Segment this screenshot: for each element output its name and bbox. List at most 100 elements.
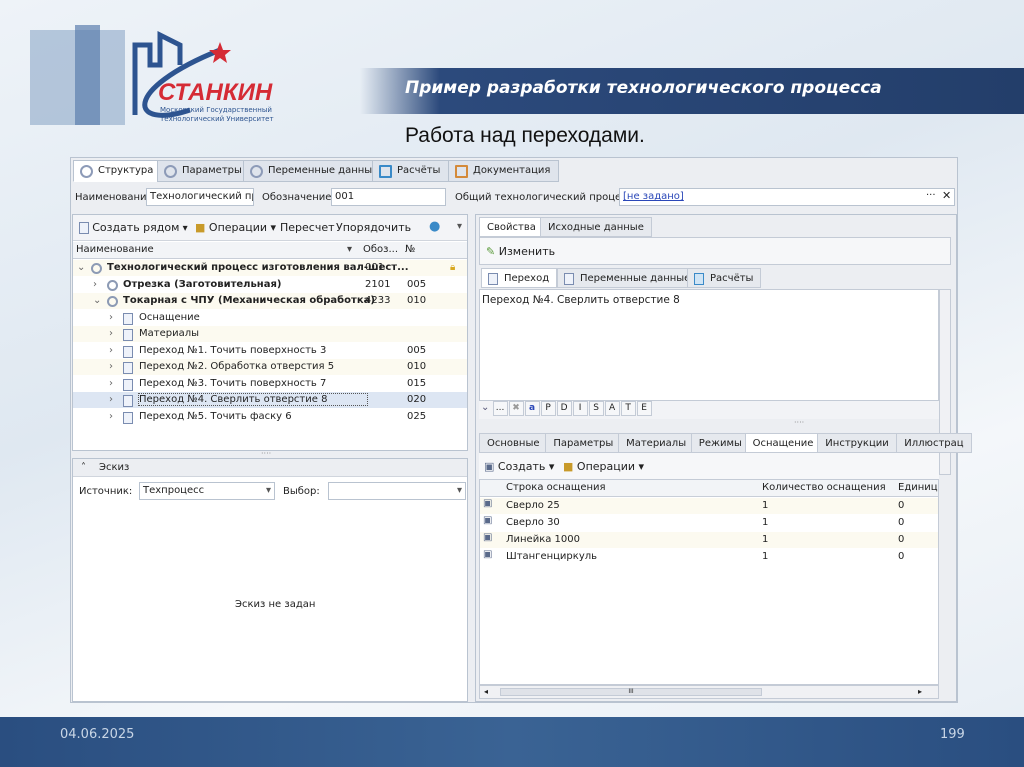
operations-label: Операции bbox=[208, 221, 268, 234]
common-process-link[interactable]: [не задано] bbox=[619, 188, 955, 206]
equipment-row[interactable]: ▣ Сверло 25 1 0 bbox=[480, 498, 938, 514]
order-button[interactable]: Упорядочить bbox=[336, 221, 411, 234]
doc-icon bbox=[123, 395, 133, 407]
tree-row[interactable]: › Отрезка (Заготовительная) 2101 005 bbox=[73, 277, 467, 293]
tree-row[interactable]: › Переход №3. Точить поверхность 7 015 bbox=[73, 376, 467, 392]
scroll-thumb[interactable]: III bbox=[500, 688, 762, 696]
format-button[interactable]: T bbox=[620, 401, 636, 416]
equip-create-button[interactable]: ▣ Создать ▾ bbox=[484, 460, 554, 473]
tree-label: Оснащение bbox=[139, 311, 200, 323]
create-beside-button[interactable]: Создать рядом ▾ bbox=[79, 221, 188, 234]
tab-variable-data[interactable]: Переменные данные bbox=[243, 160, 388, 182]
inner-tab-calculations[interactable]: Расчёты bbox=[687, 268, 762, 288]
inner-tab-step[interactable]: Переход bbox=[481, 268, 558, 288]
tab-label: Переход bbox=[504, 273, 550, 284]
splitter-handle[interactable]: ···· bbox=[261, 449, 271, 458]
col-num[interactable]: № bbox=[405, 244, 415, 255]
col-name[interactable]: Наименование bbox=[76, 244, 154, 255]
tab-documentation[interactable]: Документация bbox=[448, 160, 560, 182]
browse-button[interactable]: ··· bbox=[926, 190, 936, 201]
horizontal-scrollbar[interactable]: ◂ III ▸ bbox=[479, 685, 939, 699]
operations-button[interactable]: ■ Операции ▾ bbox=[195, 221, 276, 234]
text-style-icon[interactable]: a bbox=[524, 401, 540, 416]
clear-icon[interactable]: ✕ bbox=[942, 189, 951, 202]
expand-toggle[interactable]: › bbox=[109, 378, 113, 389]
chevron-icon[interactable]: ⌄ bbox=[481, 402, 489, 413]
format-button[interactable]: E bbox=[636, 401, 652, 416]
tab-label: Расчёты bbox=[710, 273, 754, 284]
edit-button[interactable]: ✎ Изменить bbox=[486, 245, 555, 258]
user-icon[interactable]: ● bbox=[429, 219, 440, 234]
expand-toggle[interactable]: ⌄ bbox=[93, 295, 101, 306]
expand-toggle[interactable]: › bbox=[109, 361, 113, 372]
format-button[interactable]: A bbox=[604, 401, 620, 416]
tree-row[interactable]: › Материалы bbox=[73, 326, 467, 342]
splitter-handle[interactable]: ···· bbox=[794, 418, 804, 427]
scroll-right-icon[interactable]: ▸ bbox=[918, 687, 922, 696]
tree-row[interactable]: ⌄ Технологический процесс изготовления ва… bbox=[73, 260, 467, 276]
equipment-row[interactable]: ▣ Сверло 30 1 0 bbox=[480, 515, 938, 531]
format-button[interactable]: ... bbox=[492, 401, 508, 416]
box-icon: ■ bbox=[563, 460, 574, 473]
tab-structure[interactable]: Структура bbox=[73, 160, 163, 182]
format-button[interactable]: S bbox=[588, 401, 604, 416]
source-select[interactable]: Техпроцесс ▾ bbox=[139, 482, 275, 500]
bottom-tab[interactable]: Оснащение bbox=[744, 433, 822, 453]
bottom-tab[interactable]: Инструкции bbox=[817, 433, 897, 453]
col-equip-unit[interactable]: Единиц bbox=[898, 482, 938, 493]
equipment-row[interactable]: ▣ Линейка 1000 1 0 bbox=[480, 532, 938, 548]
expand-toggle[interactable]: › bbox=[109, 394, 113, 405]
doc-icon bbox=[123, 378, 133, 391]
common-process-value[interactable]: [не задано] bbox=[623, 191, 684, 202]
tree-row[interactable]: ⌄ Токарная с ЧПУ (Механическая обработка)… bbox=[73, 293, 467, 309]
expand-toggle[interactable]: › bbox=[93, 279, 97, 290]
tab-source-data[interactable]: Исходные данные bbox=[540, 217, 652, 237]
format-button[interactable]: D bbox=[556, 401, 572, 416]
code-input[interactable]: 001 bbox=[331, 188, 446, 206]
inner-tab-variable-data[interactable]: Переменные данные bbox=[557, 268, 699, 288]
col-equip-row[interactable]: Строка оснащения bbox=[506, 482, 606, 493]
expand-toggle[interactable]: › bbox=[109, 328, 113, 339]
tree-row[interactable]: › Оснащение bbox=[73, 310, 467, 326]
recalc-button[interactable]: Пересчет bbox=[280, 221, 335, 234]
document-icon bbox=[79, 222, 89, 234]
tree-label: Технологический процесс изготовления вал… bbox=[107, 262, 409, 273]
equipment-row[interactable]: ▣ Штангенциркуль 1 0 bbox=[480, 549, 938, 565]
expand-toggle[interactable]: › bbox=[109, 345, 113, 356]
gear-icon bbox=[164, 165, 177, 178]
scroll-left-icon[interactable]: ◂ bbox=[484, 687, 488, 696]
step-text-area[interactable]: Переход №4. Сверлить отверстие 8 bbox=[479, 289, 939, 401]
tree-row[interactable]: › Переход №1. Точить поверхность 3 005 bbox=[73, 343, 467, 359]
collapse-icon[interactable]: ˄ bbox=[81, 462, 86, 473]
expand-toggle[interactable]: ⌄ bbox=[77, 262, 85, 273]
format-button[interactable]: P bbox=[540, 401, 556, 416]
lock-icon[interactable]: 🔒︎ bbox=[450, 262, 455, 273]
tab-calculations[interactable]: Расчёты bbox=[372, 160, 450, 182]
sort-icon[interactable]: ▾ bbox=[347, 244, 352, 255]
toolbar-dropdown[interactable]: ▾ bbox=[457, 221, 462, 232]
slide-title: Пример разработки технологического проце… bbox=[405, 78, 882, 98]
common-process-label: Общий технологический процесс bbox=[455, 192, 633, 203]
col-code[interactable]: Обоз... bbox=[363, 244, 398, 255]
format-button[interactable]: I bbox=[572, 401, 588, 416]
equip-operations-button[interactable]: ■ Операции ▾ bbox=[563, 460, 644, 473]
bottom-tab[interactable]: Режимы bbox=[690, 433, 750, 453]
delete-format-icon[interactable]: ✖ bbox=[508, 401, 524, 416]
bottom-tab[interactable]: Основные bbox=[479, 433, 548, 453]
tree-row[interactable]: › Переход №5. Точить фаску 6 025 bbox=[73, 409, 467, 425]
col-equip-qty[interactable]: Количество оснащения bbox=[762, 482, 886, 493]
name-input[interactable]: Технологический про bbox=[146, 188, 254, 206]
tree-row[interactable]: › Переход №4. Сверлить отверстие 8 020 bbox=[73, 392, 467, 408]
bottom-tab[interactable]: Иллюстрац bbox=[896, 433, 972, 453]
choice-select[interactable]: ▾ bbox=[328, 482, 466, 500]
slide-date: 04.06.2025 bbox=[60, 727, 135, 742]
expand-toggle[interactable]: › bbox=[109, 312, 113, 323]
tab-properties[interactable]: Свойства bbox=[479, 217, 544, 237]
expand-toggle[interactable]: › bbox=[109, 411, 113, 422]
equip-qty: 1 bbox=[762, 500, 769, 511]
tree-row[interactable]: › Переход №2. Обработка отверстия 5 010 bbox=[73, 359, 467, 375]
tab-parameters[interactable]: Параметры bbox=[157, 160, 251, 182]
bottom-tab[interactable]: Параметры bbox=[545, 433, 622, 453]
bottom-tab[interactable]: Материалы bbox=[618, 433, 695, 453]
equipment-icon bbox=[123, 312, 133, 325]
